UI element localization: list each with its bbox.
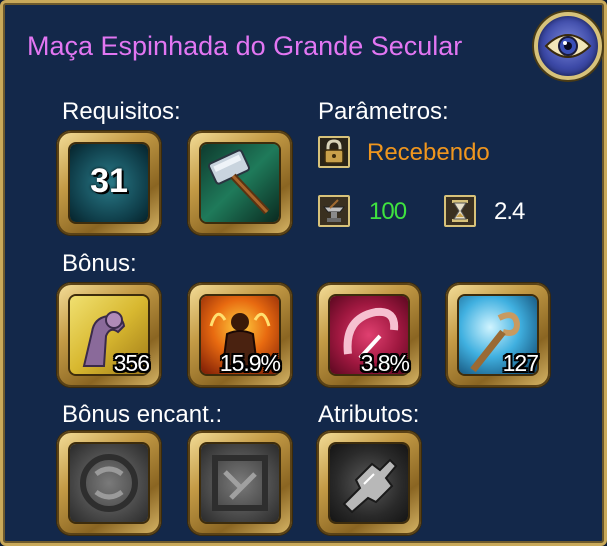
attributes-label: Atributos:: [318, 401, 420, 428]
enchant-slot-2[interactable]: [188, 431, 292, 535]
broken-gear-attribute-icon: [330, 444, 408, 522]
bonus-label: Bônus:: [62, 250, 137, 277]
bonus-slot-1[interactable]: 356: [57, 283, 161, 387]
bonus-slot-2[interactable]: 15.9%: [188, 283, 292, 387]
attack-speed-value: 2.4: [494, 198, 525, 225]
bonus-value-3: 3.8%: [360, 350, 410, 376]
level-badge-icon: 31: [70, 144, 148, 222]
level-requirement-value: 31: [90, 162, 128, 200]
requirements-label: Requisitos:: [62, 98, 181, 125]
rune-stone-square-icon: [201, 444, 279, 522]
view-item-button[interactable]: [534, 12, 602, 80]
item-tooltip-panel: Maça Espinhada do Grande Secular Requisi…: [0, 0, 607, 546]
bonus-value-4: 127: [502, 350, 539, 376]
level-requirement-slot[interactable]: 31: [57, 131, 161, 235]
parameters-label: Parâmetros:: [318, 98, 449, 125]
item-title: Maça Espinhada do Grande Secular: [27, 31, 463, 61]
mace-hammer-icon: [201, 144, 279, 222]
padlock-icon: [318, 136, 350, 168]
eye-icon: [544, 34, 592, 58]
bonus-slot-3[interactable]: 3.8%: [317, 283, 421, 387]
weapon-type-slot[interactable]: [188, 131, 292, 235]
rune-stone-round-icon: [70, 444, 148, 522]
binding-status: Recebendo: [367, 139, 490, 166]
bonus-value-1: 356: [113, 350, 150, 376]
enchant-slot-1[interactable]: [57, 431, 161, 535]
anvil-icon: [318, 195, 350, 227]
attribute-slot-1[interactable]: [317, 431, 421, 535]
hourglass-icon: [444, 195, 476, 227]
bonus-value-2: 15.9%: [219, 350, 281, 376]
durability-value: 100: [369, 198, 407, 225]
bonus-slot-4[interactable]: 127: [446, 283, 550, 387]
enchant-bonus-label: Bônus encant.:: [62, 401, 223, 428]
